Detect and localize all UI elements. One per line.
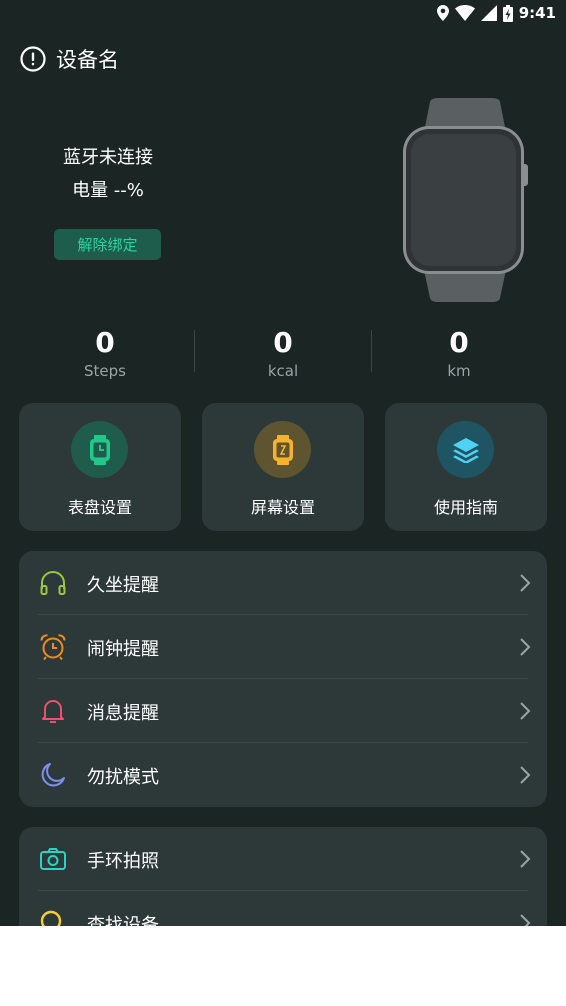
remote-camera-row[interactable]: 手环拍照 (19, 827, 547, 891)
steps-label: Steps (84, 362, 126, 380)
headphones-icon (39, 569, 67, 597)
alarm-clock-icon (39, 633, 67, 661)
message-reminder-label: 消息提醒 (87, 703, 159, 724)
find-device-row[interactable]: 查找设备 (19, 891, 547, 926)
alarm-reminder-row[interactable]: 闹钟提醒 (19, 615, 547, 679)
user-guide-label: 使用指南 (433, 498, 498, 517)
search-icon (39, 909, 67, 926)
calories-label: kcal (267, 362, 299, 380)
watch-image (396, 98, 534, 304)
header: 设备名 (20, 44, 119, 74)
do-not-disturb-row[interactable]: 勿扰模式 (19, 743, 547, 807)
status-bar: 9:41 (0, 0, 566, 30)
watch-face-icon (71, 421, 128, 478)
cellular-signal-icon (480, 5, 497, 21)
battery-level: 电量 --% (72, 180, 144, 201)
chevron-right-icon (519, 913, 531, 926)
camera-icon (39, 845, 67, 873)
activity-stats: 0 Steps 0 kcal 0 km (0, 326, 566, 386)
bell-icon (39, 697, 67, 725)
steps-value: 0 (95, 326, 115, 359)
unbind-button[interactable]: 解除绑定 (54, 229, 161, 260)
connection-status: 蓝牙未连接 (63, 147, 153, 168)
remote-camera-label: 手环拍照 (87, 851, 159, 872)
tools-panel: 手环拍照 查找设备 (19, 827, 547, 926)
find-device-label: 查找设备 (87, 915, 159, 926)
stat-divider (194, 330, 195, 372)
screen-settings-card[interactable]: 屏幕设置 (202, 403, 364, 531)
moon-icon (39, 761, 67, 789)
chevron-right-icon (519, 701, 531, 721)
chevron-right-icon (519, 573, 531, 593)
screen-icon (254, 421, 311, 478)
do-not-disturb-label: 勿扰模式 (87, 767, 159, 788)
battery-charging-icon (502, 4, 513, 22)
alarm-reminder-label: 闹钟提醒 (87, 639, 159, 660)
distance-value: 0 (449, 326, 469, 359)
distance-stat: 0 km (399, 326, 519, 380)
location-icon (436, 5, 449, 21)
reminders-panel: 久坐提醒 闹钟提醒 消息提醒 勿扰模式 (19, 551, 547, 807)
layers-icon (437, 421, 494, 478)
status-time: 9:41 (518, 4, 556, 22)
user-guide-card[interactable]: 使用指南 (385, 403, 547, 531)
chevron-right-icon (519, 637, 531, 657)
sedentary-reminder-label: 久坐提醒 (87, 575, 159, 596)
chevron-right-icon (519, 849, 531, 869)
stat-divider (371, 330, 372, 372)
sedentary-reminder-row[interactable]: 久坐提醒 (19, 551, 547, 615)
distance-label: km (447, 362, 471, 380)
device-screen: 9:41 设备名 蓝牙未连接 电量 --% 解除绑定 0 Steps 0 kca… (0, 0, 566, 926)
screen-settings-label: 屏幕设置 (250, 498, 315, 517)
info-icon[interactable] (20, 46, 46, 72)
calories-stat: 0 kcal (223, 326, 343, 380)
wifi-icon (454, 5, 475, 21)
watch-face-settings-label: 表盘设置 (67, 498, 132, 517)
message-reminder-row[interactable]: 消息提醒 (19, 679, 547, 743)
chevron-right-icon (519, 765, 531, 785)
steps-stat: 0 Steps (45, 326, 165, 380)
device-name-title: 设备名 (56, 48, 119, 72)
calories-value: 0 (273, 326, 293, 359)
watch-face-settings-card[interactable]: 表盘设置 (19, 403, 181, 531)
